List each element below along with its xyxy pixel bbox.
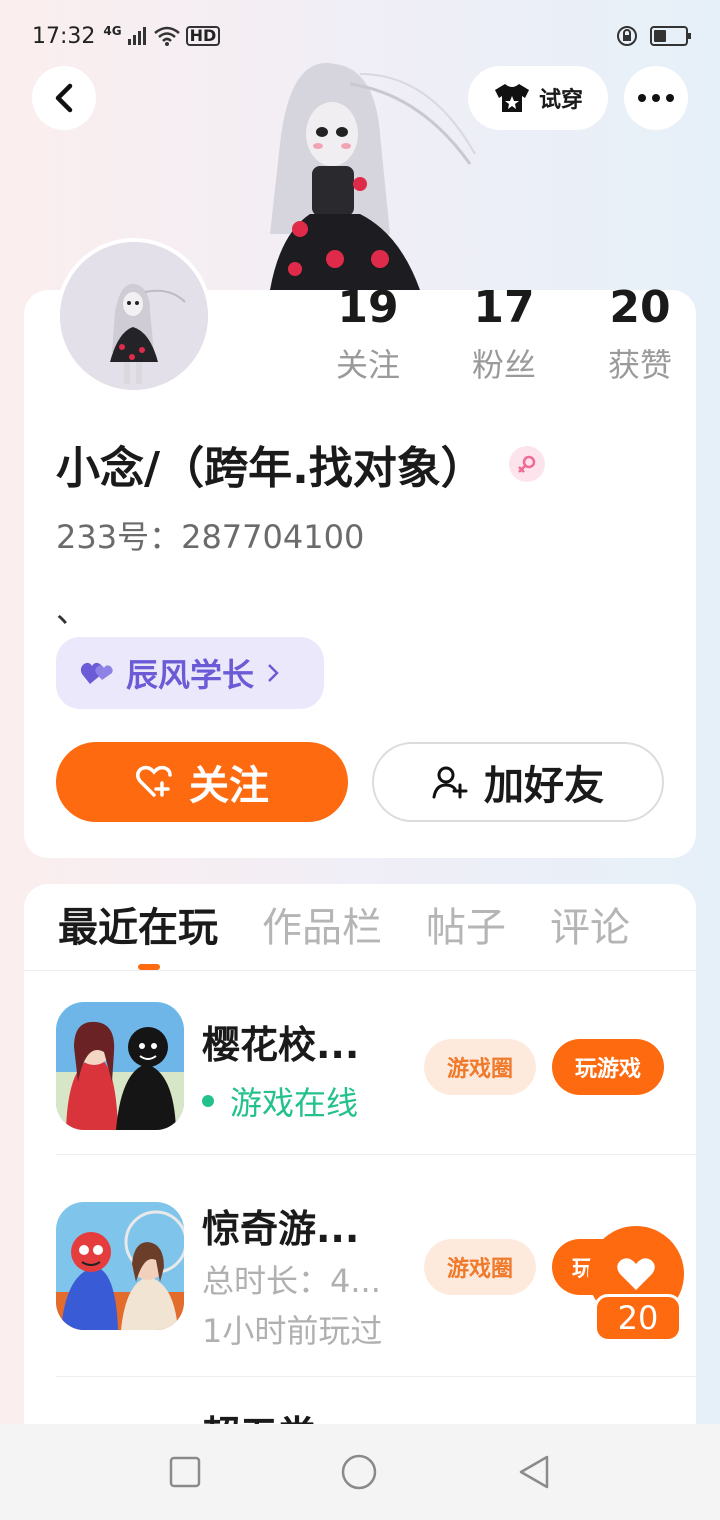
try-on-label: 试穿 [538, 88, 583, 113]
shirt-icon [494, 84, 529, 112]
avatar-image [60, 242, 208, 390]
more-dots-icon [638, 94, 674, 102]
game-duration: 总时长：4... [202, 1262, 381, 1300]
stat-followers-value: 17 [473, 282, 535, 333]
hd-icon: HD [185, 26, 221, 46]
character-banner [270, 63, 476, 290]
online-dot-icon [202, 1095, 214, 1107]
stat-following-label: 关注 [335, 346, 400, 384]
row-divider [56, 1154, 696, 1155]
game-title: 樱花校... [202, 1023, 360, 1067]
tab-works[interactable]: 作品栏 [262, 900, 382, 956]
add-friend-button[interactable]: 加好友 [372, 742, 664, 822]
status-left: 17:32 4G HD [32, 23, 221, 49]
user-id: 233号：287704100 [56, 518, 365, 556]
tab-comments[interactable]: 评论 [550, 900, 630, 956]
stat-likes-value: 20 [609, 282, 671, 333]
heart-icon [617, 1258, 655, 1290]
tab-posts[interactable]: 帖子 [426, 900, 506, 956]
game-icon[interactable] [56, 1202, 184, 1330]
add-friend-label: 加好友 [484, 763, 604, 809]
home-icon[interactable] [340, 1453, 378, 1491]
status-right [616, 25, 691, 47]
system-nav-bar [0, 1424, 720, 1520]
tab-recently-playing[interactable]: 最近在玩 [58, 900, 218, 956]
add-person-icon [432, 766, 468, 799]
game-title: 惊奇游... [202, 1207, 360, 1251]
recent-apps-icon[interactable] [169, 1456, 201, 1488]
follow-button[interactable]: 关注 [56, 742, 348, 822]
avatar[interactable] [56, 238, 212, 394]
female-icon [508, 446, 545, 482]
stat-following-value: 19 [337, 282, 399, 333]
try-on-button[interactable]: 试穿 [468, 66, 608, 130]
like-count: 20 [594, 1294, 682, 1342]
status-icons: 4G HD [103, 24, 221, 46]
stats-row: 19 关注 17 粉丝 20 获赞 [300, 280, 708, 386]
stat-likes[interactable]: 20 获赞 [572, 280, 708, 386]
heart-plus-icon [136, 765, 172, 797]
back-arrow-icon [55, 83, 73, 113]
game-last-played: 1小时前玩过 [202, 1312, 383, 1350]
back-button[interactable] [32, 66, 96, 130]
row-divider [56, 1376, 696, 1377]
follow-label: 关注 [189, 763, 269, 809]
relation-tag-label: 辰风学长 [126, 656, 255, 694]
back-nav-icon[interactable] [517, 1454, 551, 1490]
username: 小念/（跨年.找对象） [56, 443, 485, 494]
signal-icon [127, 27, 146, 45]
stat-following[interactable]: 19 关注 [300, 280, 436, 386]
bio: 、 [56, 592, 89, 630]
stat-followers-label: 粉丝 [471, 346, 536, 384]
double-heart-icon [80, 662, 113, 684]
rotation-lock-icon [617, 26, 637, 46]
game-icon[interactable] [56, 1002, 184, 1130]
tab-bar: 最近在玩 作品栏 帖子 评论 [58, 900, 630, 956]
game-row[interactable]: 樱花校... 游戏在线 游戏圈 玩游戏 [56, 1002, 696, 1142]
game-online-label: 游戏在线 [230, 1084, 359, 1122]
wifi-icon [153, 26, 180, 46]
clock: 17:32 [32, 23, 96, 49]
name-row: 小念/（跨年.找对象） [56, 432, 545, 496]
game-circle-button[interactable]: 游戏圈 [424, 1039, 536, 1095]
game-online-status: 游戏在线 [202, 1078, 358, 1124]
tab-divider [24, 970, 696, 971]
chevron-right-icon [268, 664, 279, 682]
stat-likes-label: 获赞 [607, 346, 672, 384]
relation-tag[interactable]: 辰风学长 [56, 637, 324, 709]
content-card: 最近在玩 作品栏 帖子 评论 樱花校... 游戏在线 游戏圈 玩游戏 惊奇游..… [24, 884, 696, 1444]
stat-followers[interactable]: 17 粉丝 [436, 280, 572, 386]
game-circle-button[interactable]: 游戏圈 [424, 1239, 536, 1295]
more-button[interactable] [624, 66, 688, 130]
battery-icon [650, 26, 691, 46]
network-type: 4G [103, 24, 122, 38]
play-game-button[interactable]: 玩游戏 [552, 1039, 664, 1095]
